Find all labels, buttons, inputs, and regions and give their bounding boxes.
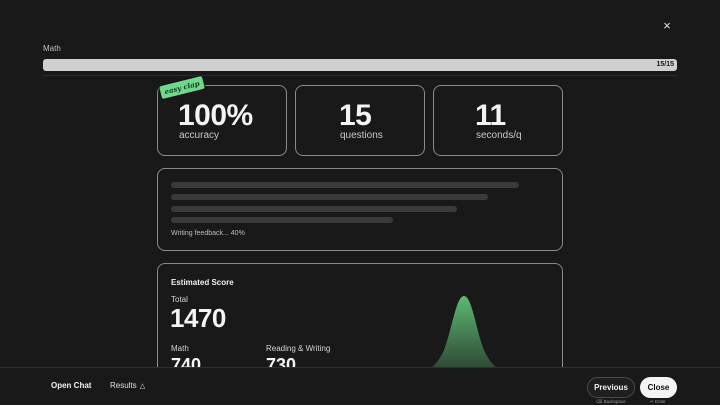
results-toggle[interactable]: Results △ xyxy=(110,381,145,390)
close-button[interactable]: Close xyxy=(640,377,677,398)
chevron-up-icon: △ xyxy=(139,383,146,390)
stat-card-seconds: 11 seconds/q xyxy=(433,85,563,156)
reading-writing-label: Reading & Writing xyxy=(266,344,331,353)
previous-button[interactable]: Previous xyxy=(587,377,635,398)
backspace-icon: ⌫ xyxy=(596,399,603,404)
stat-label: accuracy xyxy=(179,130,220,141)
stat-value: 11 xyxy=(475,99,506,132)
progress-divider xyxy=(43,75,677,76)
skeleton-line xyxy=(171,182,519,188)
stat-label: seconds/q xyxy=(476,130,522,141)
section-title: Math xyxy=(43,44,61,53)
close-shortcut-hint: ↵ Enter xyxy=(650,399,666,405)
backspace-hint-label: Backspace xyxy=(603,399,626,404)
math-label: Math xyxy=(171,344,189,353)
feedback-status: Writing feedback... 40% xyxy=(171,230,245,237)
progress-fill xyxy=(43,59,677,71)
stat-label: questions xyxy=(340,130,383,141)
open-chat-button[interactable]: Open Chat xyxy=(51,381,91,390)
score-distribution-curve xyxy=(394,296,534,374)
progress-bar: 15/15 xyxy=(43,59,677,71)
skeleton-line xyxy=(171,194,488,200)
stat-card-questions: 15 questions xyxy=(295,85,425,156)
skeleton-line xyxy=(171,206,457,212)
stat-value: 100% xyxy=(178,99,253,132)
previous-shortcut-hint: ⌫ Backspace xyxy=(596,399,626,405)
enter-icon: ↵ xyxy=(650,399,654,404)
score-title: Estimated Score xyxy=(171,278,234,287)
results-label: Results xyxy=(110,381,137,390)
feedback-card: Writing feedback... 40% xyxy=(157,168,563,251)
bottom-bar: Open Chat Results △ Previous ⌫ Backspace … xyxy=(0,367,720,405)
bell-curve-area xyxy=(394,296,534,374)
close-icon[interactable]: × xyxy=(658,17,676,35)
stat-value: 15 xyxy=(339,99,372,132)
total-score: 1470 xyxy=(170,303,226,333)
skeleton-line xyxy=(171,217,393,223)
enter-hint-label: Enter xyxy=(655,399,666,404)
progress-count: 15/15 xyxy=(656,61,674,68)
